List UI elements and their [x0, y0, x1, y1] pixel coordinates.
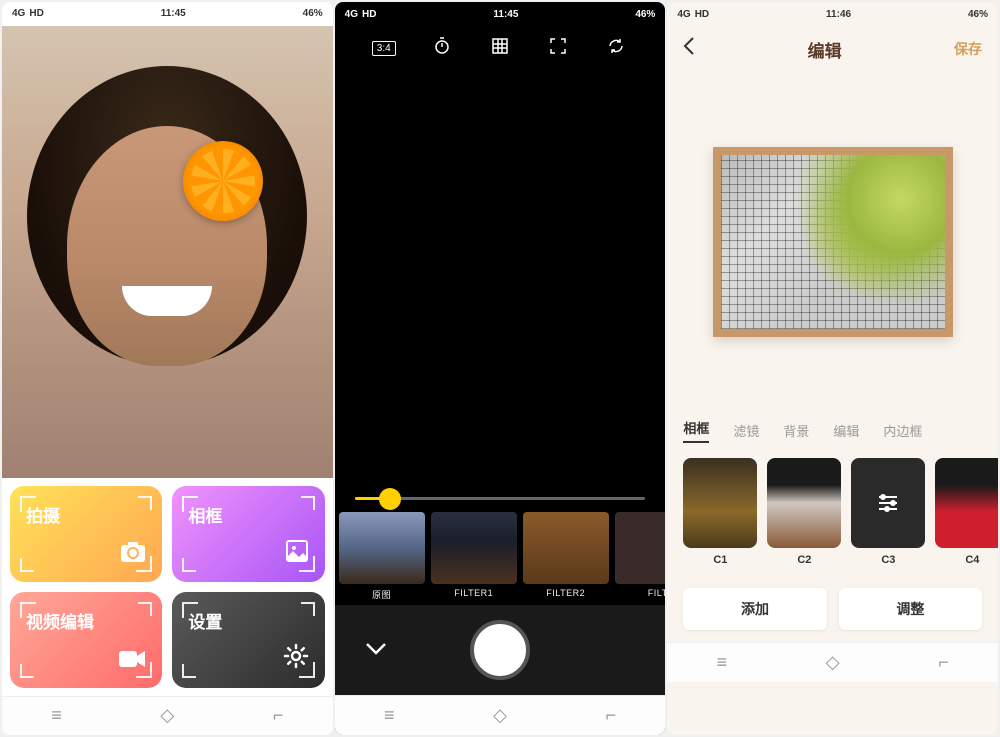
filter-label: FILTER2: [523, 588, 609, 598]
video-label: 视频编辑: [26, 608, 146, 633]
intensity-slider[interactable]: [335, 483, 666, 508]
frame-c2[interactable]: C2: [767, 458, 841, 566]
framed-photo: [713, 147, 953, 337]
orange-slice: [183, 141, 263, 221]
battery-icon: 46%: [303, 8, 323, 19]
back-icon[interactable]: ⌐: [606, 705, 617, 726]
signal-icon: 4G: [12, 8, 25, 19]
frame-button[interactable]: 相框: [172, 486, 324, 582]
gear-icon: [283, 643, 309, 676]
switch-camera-icon[interactable]: [604, 37, 628, 60]
tab-filter[interactable]: 滤镜: [733, 421, 759, 440]
back-icon[interactable]: ⌐: [938, 652, 949, 673]
filter-label: FILT: [615, 588, 666, 598]
system-nav: ≡ ◇ ⌐: [667, 642, 998, 682]
tab-edit[interactable]: 编辑: [833, 421, 859, 440]
status-bar: 4G HD 11:45 46%: [335, 2, 666, 26]
signal-icon: 4G: [677, 9, 690, 20]
home-icon[interactable]: ◇: [826, 652, 840, 673]
capture-bar: [335, 605, 666, 695]
edit-tabs: 相框 滤镜 背景 编辑 内边框: [667, 412, 998, 448]
timer-icon[interactable]: [430, 37, 454, 60]
shutter-button[interactable]: [470, 620, 530, 680]
home-icon[interactable]: ◇: [493, 705, 507, 726]
frame-label: C1: [683, 554, 757, 566]
filter-3[interactable]: FILT: [615, 512, 666, 601]
back-icon[interactable]: [683, 36, 695, 62]
filter-2[interactable]: FILTER2: [523, 512, 609, 601]
camera-screen: 4G HD 11:45 46% 3:4 原图: [335, 2, 666, 735]
frame-label: C2: [767, 554, 841, 566]
frame-label: 相框: [188, 502, 308, 527]
action-buttons: 添加 调整: [667, 576, 998, 642]
camera-toolbar: 3:4: [335, 26, 666, 70]
filter-label: FILTER1: [431, 588, 517, 598]
adjust-button[interactable]: 调整: [839, 588, 982, 630]
hd-icon: HD: [29, 8, 43, 19]
status-bar: 4G HD 11:46 46%: [667, 2, 998, 26]
status-time: 11:46: [826, 9, 851, 20]
edit-canvas[interactable]: [667, 72, 998, 412]
shoot-button[interactable]: 拍摄: [10, 486, 162, 582]
filter-strip[interactable]: 原图 FILTER1 FILTER2 FILT: [335, 508, 666, 605]
video-icon: [118, 648, 146, 676]
hero-image: [2, 26, 333, 478]
shoot-label: 拍摄: [26, 502, 146, 527]
filter-original[interactable]: 原图: [339, 512, 425, 601]
chevron-down-icon[interactable]: [365, 639, 387, 662]
menu-icon[interactable]: ≡: [51, 705, 62, 726]
add-button[interactable]: 添加: [683, 588, 826, 630]
frame-label: C3: [851, 554, 925, 566]
filter-label: 原图: [339, 588, 425, 601]
frame-c1[interactable]: C1: [683, 458, 757, 566]
battery-icon: 46%: [635, 9, 655, 20]
system-nav: ≡ ◇ ⌐: [335, 695, 666, 735]
frame-c3[interactable]: C3: [851, 458, 925, 566]
home-screen: 4G HD 11:45 46% 拍摄 相框 视频编辑: [2, 2, 333, 735]
video-edit-button[interactable]: 视频编辑: [10, 592, 162, 688]
edit-header: 编辑 保存: [667, 26, 998, 72]
back-icon[interactable]: ⌐: [273, 705, 284, 726]
save-button[interactable]: 保存: [954, 39, 982, 59]
status-time: 11:45: [161, 8, 186, 19]
filter-1[interactable]: FILTER1: [431, 512, 517, 601]
edit-screen: 4G HD 11:46 46% 编辑 保存 相框 滤镜 背景 编辑 内边框 C1: [667, 2, 998, 735]
menu-icon[interactable]: ≡: [384, 705, 395, 726]
home-icon[interactable]: ◇: [160, 705, 174, 726]
frame-c4[interactable]: C4: [935, 458, 998, 566]
battery-icon: 46%: [968, 9, 988, 20]
aspect-ratio-icon[interactable]: 3:4: [372, 41, 396, 56]
tab-frame[interactable]: 相框: [683, 418, 709, 443]
status-time: 11:45: [493, 9, 518, 20]
signal-icon: 4G: [345, 9, 358, 20]
frame-strip[interactable]: C1 C2 C3 C4: [667, 448, 998, 576]
viewfinder[interactable]: [335, 70, 666, 483]
grid-icon[interactable]: [488, 37, 512, 60]
camera-icon: [120, 541, 146, 570]
status-bar: 4G HD 11:45 46%: [2, 2, 333, 26]
slider-thumb[interactable]: [381, 490, 399, 508]
menu-icon[interactable]: ≡: [717, 652, 728, 673]
photo-icon: [285, 539, 309, 570]
settings-button[interactable]: 设置: [172, 592, 324, 688]
tab-background[interactable]: 背景: [783, 421, 809, 440]
hd-icon: HD: [695, 9, 709, 20]
settings-label: 设置: [188, 608, 308, 633]
system-nav: ≡ ◇ ⌐: [2, 696, 333, 735]
page-title: 编辑: [808, 37, 842, 62]
frame-label: C4: [935, 554, 998, 566]
feature-grid: 拍摄 相框 视频编辑 设置: [2, 478, 333, 696]
tab-inner-border[interactable]: 内边框: [883, 421, 922, 440]
focus-icon[interactable]: [546, 37, 570, 60]
hd-icon: HD: [362, 9, 376, 20]
